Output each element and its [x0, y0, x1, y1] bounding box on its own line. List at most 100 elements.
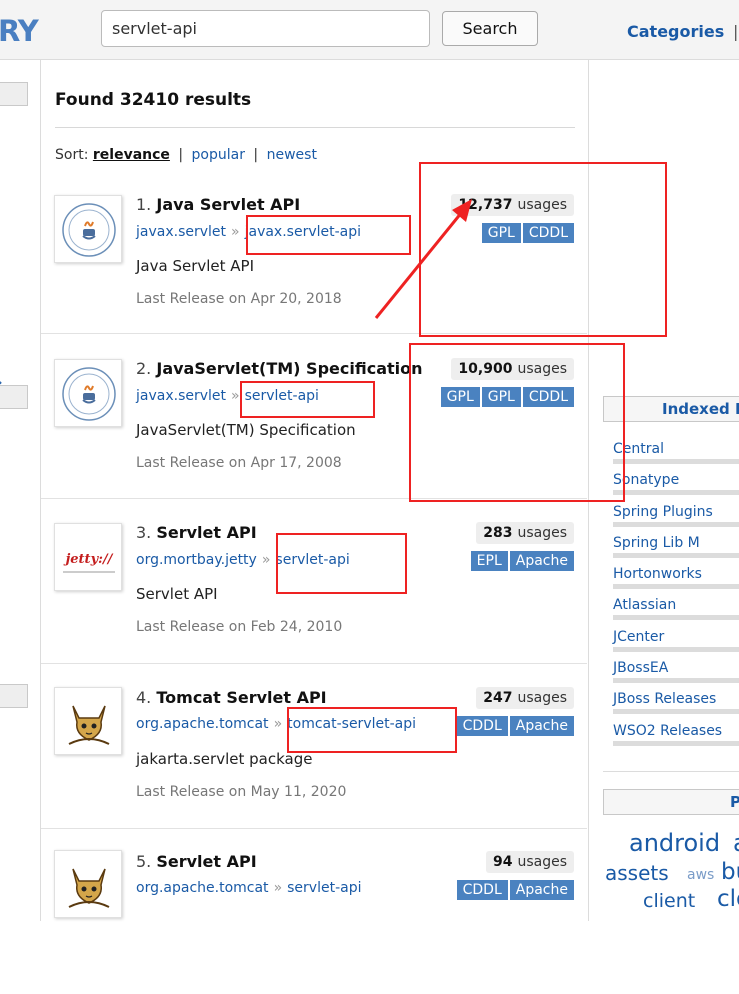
- sidebar-stub[interactable]: [0, 385, 28, 409]
- tag-link[interactable]: cloj: [717, 886, 739, 912]
- repository-link[interactable]: Spring Plugins: [613, 501, 739, 520]
- repository-link[interactable]: JCenter: [613, 626, 739, 645]
- group-link[interactable]: javax.servlet: [136, 388, 226, 404]
- group-link[interactable]: org.apache.tomcat: [136, 716, 269, 732]
- repository-bar: [613, 459, 739, 464]
- sort-popular[interactable]: popular: [192, 147, 245, 163]
- repository-item[interactable]: Atlassian: [613, 594, 739, 625]
- tag-link[interactable]: assets: [605, 861, 669, 885]
- license-badge: Apache: [509, 716, 574, 736]
- tag-link[interactable]: android: [629, 829, 720, 857]
- usages-count: 94: [492, 854, 513, 870]
- divider: [603, 771, 739, 772]
- repository-item[interactable]: Sonatype: [613, 469, 739, 500]
- result-index: 5.: [136, 852, 152, 871]
- group-link[interactable]: javax.servlet: [136, 224, 226, 240]
- usages-label: usages: [517, 690, 567, 706]
- result-coordinates: org.apache.tomcat» servlet-api: [136, 880, 362, 896]
- usages-label: usages: [517, 854, 567, 870]
- coord-arrow: »: [231, 224, 240, 240]
- group-link[interactable]: org.apache.tomcat: [136, 880, 269, 896]
- repository-link[interactable]: Spring Lib M: [613, 532, 739, 551]
- sort-label: Sort:: [55, 147, 89, 163]
- repository-link[interactable]: WSO2 Releases: [613, 720, 739, 739]
- result-title[interactable]: 5. Servlet API: [136, 852, 257, 871]
- repository-link[interactable]: Central: [613, 438, 739, 457]
- repository-item[interactable]: JCenter: [613, 626, 739, 657]
- coord-arrow: »: [273, 880, 283, 896]
- result-title[interactable]: 3. Servlet API: [136, 523, 257, 542]
- tomcat-logo-icon[interactable]: [54, 687, 122, 755]
- repository-bar: [613, 740, 739, 746]
- result-name[interactable]: Servlet API: [156, 523, 256, 542]
- license-badge: CDDL: [456, 880, 508, 900]
- annotation-box: [246, 215, 411, 255]
- result-name[interactable]: Java Servlet API: [156, 195, 300, 214]
- group-link[interactable]: org.mortbay.jetty: [136, 552, 257, 568]
- result-title[interactable]: 1. Java Servlet API: [136, 195, 300, 214]
- tag-link[interactable]: bui: [721, 859, 739, 885]
- license-badge: EPL: [470, 551, 508, 571]
- result-item: 5. Servlet API org.apache.tomcat» servlet…: [41, 829, 587, 994]
- repository-link[interactable]: JBoss Releases: [613, 688, 739, 707]
- sort-newest[interactable]: newest: [267, 147, 317, 163]
- repository-item[interactable]: JBossEA: [613, 657, 739, 688]
- annotation-box: [287, 707, 457, 753]
- repository-bar: [613, 521, 739, 527]
- tag-link[interactable]: ap: [733, 829, 739, 857]
- repository-bar: [613, 678, 739, 684]
- popular-tags-heading: P: [603, 789, 739, 815]
- results-count: Found 32410 results: [55, 90, 252, 110]
- sidebar-stub[interactable]: [0, 684, 28, 708]
- nav-separator: |: [733, 22, 739, 41]
- sidebar-stub[interactable]: [0, 82, 28, 106]
- tag-link[interactable]: client: [643, 890, 695, 912]
- repository-bar: [613, 709, 739, 715]
- result-title[interactable]: 4. Tomcat Servlet API: [136, 688, 327, 707]
- repository-item[interactable]: Spring Plugins: [613, 501, 739, 532]
- result-release: Last Release on Feb 24, 2010: [136, 619, 343, 635]
- repository-item[interactable]: Spring Lib M: [613, 532, 739, 563]
- result-name[interactable]: Tomcat Servlet API: [156, 688, 326, 707]
- divider: [55, 127, 575, 128]
- repository-link[interactable]: Hortonworks: [613, 563, 739, 582]
- repository-bar: [613, 584, 739, 590]
- result-description: Servlet API: [136, 585, 218, 603]
- license-badges: CDDL Apache: [456, 880, 574, 900]
- repository-link[interactable]: Sonatype: [613, 469, 739, 488]
- repository-link[interactable]: Atlassian: [613, 594, 739, 613]
- repository-item[interactable]: WSO2 Releases: [613, 720, 739, 751]
- sort-row: Sort: relevance | popular | newest: [55, 147, 317, 163]
- repository-item[interactable]: JBoss Releases: [613, 688, 739, 719]
- sort-relevance[interactable]: relevance: [93, 147, 170, 163]
- result-name[interactable]: Servlet API: [156, 852, 256, 871]
- usages-badge[interactable]: 283 usages: [476, 522, 574, 544]
- result-release: Last Release on May 11, 2020: [136, 784, 347, 800]
- site-logo[interactable]: RY: [0, 14, 39, 48]
- result-title[interactable]: 2. JavaServlet(TM) Specification: [136, 359, 423, 378]
- repository-bar: [613, 490, 739, 496]
- repository-item[interactable]: Central: [613, 438, 739, 469]
- tag-link[interactable]: aws: [687, 867, 714, 883]
- search-button[interactable]: Search: [442, 11, 538, 46]
- sidebar-marker-icon: ›: [0, 375, 3, 391]
- jcp-logo-icon[interactable]: [54, 359, 122, 427]
- repository-link[interactable]: JBossEA: [613, 657, 739, 676]
- coord-arrow: »: [231, 388, 240, 404]
- repository-item[interactable]: Hortonworks: [613, 563, 739, 594]
- jetty-logo-icon[interactable]: jetty://: [54, 523, 122, 591]
- sort-separator: |: [253, 147, 259, 163]
- repository-bar: [613, 615, 739, 621]
- usages-badge[interactable]: 247 usages: [476, 687, 574, 709]
- repository-bar: [613, 552, 739, 558]
- license-badge: CDDL: [456, 716, 508, 736]
- tomcat-logo-icon[interactable]: [54, 850, 122, 918]
- usages-badge[interactable]: 94 usages: [485, 851, 574, 873]
- jcp-logo-icon[interactable]: [54, 195, 122, 263]
- artifact-link[interactable]: servlet-api: [287, 880, 361, 896]
- result-index: 1.: [136, 195, 152, 214]
- license-badges: CDDL Apache: [456, 716, 574, 736]
- nav-categories-link[interactable]: Categories: [627, 22, 724, 41]
- result-name[interactable]: JavaServlet(TM) Specification: [156, 359, 422, 378]
- search-input[interactable]: [101, 10, 430, 47]
